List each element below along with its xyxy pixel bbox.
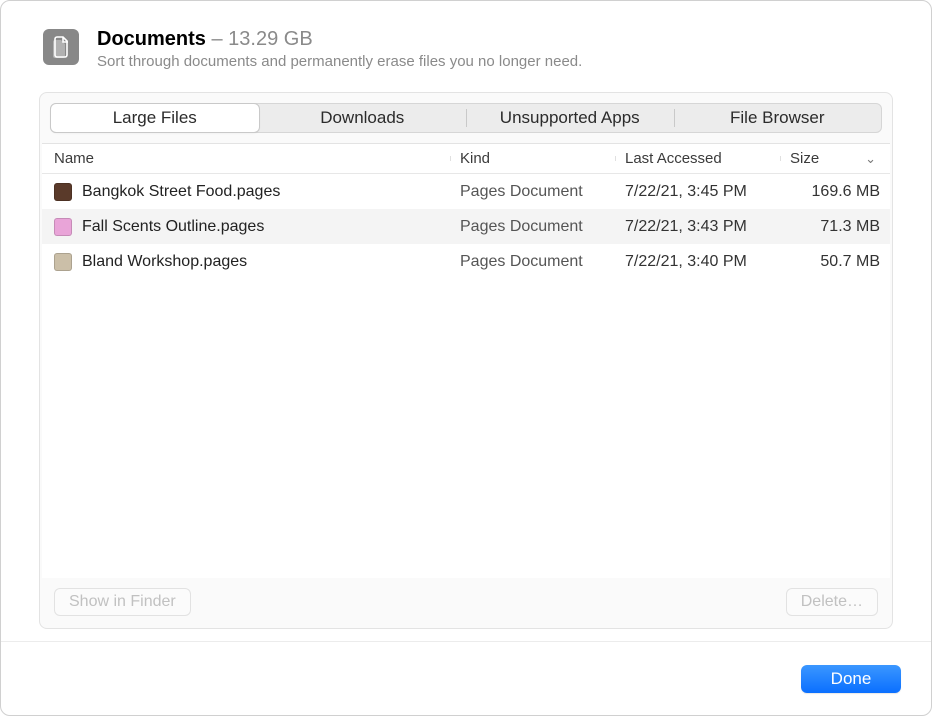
- column-label: Size: [790, 150, 819, 167]
- chevron-down-icon: ⌄: [865, 151, 880, 167]
- tab-label: File Browser: [730, 108, 824, 128]
- table-row[interactable]: Fall Scents Outline.pages Pages Document…: [42, 209, 890, 244]
- cell-name: Bland Workshop.pages: [42, 253, 450, 271]
- cell-kind: Pages Document: [450, 218, 615, 236]
- column-header-size[interactable]: Size ⌄: [780, 150, 890, 167]
- column-label: Name: [54, 150, 94, 167]
- footer: Done: [1, 641, 931, 715]
- file-icon: [54, 253, 72, 271]
- column-header-kind[interactable]: Kind: [450, 150, 615, 167]
- subtitle: Sort through documents and permanently e…: [97, 53, 901, 70]
- table-row[interactable]: Bangkok Street Food.pages Pages Document…: [42, 174, 890, 209]
- documents-storage-window: Documents – 13.29 GB Sort through docume…: [0, 0, 932, 716]
- file-name: Bland Workshop.pages: [82, 253, 247, 271]
- cell-size: 50.7 MB: [780, 253, 890, 271]
- page-title: Documents – 13.29 GB: [97, 27, 901, 51]
- file-name: Fall Scents Outline.pages: [82, 218, 264, 236]
- cell-last-accessed: 7/22/21, 3:43 PM: [615, 218, 780, 236]
- content-panel: Large Files Downloads Unsupported Apps F…: [39, 92, 893, 629]
- tab-file-browser[interactable]: File Browser: [674, 104, 882, 132]
- cell-last-accessed: 7/22/21, 3:40 PM: [615, 253, 780, 271]
- header: Documents – 13.29 GB Sort through docume…: [1, 1, 931, 82]
- file-table: Name Kind Last Accessed Size ⌄ Bangkok St…: [42, 143, 890, 578]
- cell-kind: Pages Document: [450, 183, 615, 201]
- table-row[interactable]: Bland Workshop.pages Pages Document 7/22…: [42, 244, 890, 279]
- column-label: Last Accessed: [625, 150, 722, 167]
- cell-name: Bangkok Street Food.pages: [42, 183, 450, 201]
- file-name: Bangkok Street Food.pages: [82, 183, 280, 201]
- show-in-finder-button[interactable]: Show in Finder: [54, 588, 191, 616]
- table-header: Name Kind Last Accessed Size ⌄: [42, 144, 890, 174]
- cell-kind: Pages Document: [450, 253, 615, 271]
- column-label: Kind: [460, 150, 490, 167]
- tab-label: Large Files: [113, 108, 197, 128]
- table-body: Bangkok Street Food.pages Pages Document…: [42, 174, 890, 578]
- tab-bar: Large Files Downloads Unsupported Apps F…: [50, 103, 882, 133]
- cell-name: Fall Scents Outline.pages: [42, 218, 450, 236]
- tab-large-files[interactable]: Large Files: [51, 104, 259, 132]
- tab-downloads[interactable]: Downloads: [259, 104, 467, 132]
- title-label: Documents: [97, 28, 206, 50]
- column-header-name[interactable]: Name: [42, 150, 450, 167]
- column-header-last-accessed[interactable]: Last Accessed: [615, 150, 780, 167]
- cell-size: 169.6 MB: [780, 183, 890, 201]
- file-icon: [54, 218, 72, 236]
- actions-bar: Show in Finder Delete…: [40, 578, 892, 628]
- header-text: Documents – 13.29 GB Sort through docume…: [97, 27, 901, 70]
- tab-unsupported-apps[interactable]: Unsupported Apps: [466, 104, 674, 132]
- delete-button[interactable]: Delete…: [786, 588, 878, 616]
- documents-icon: [43, 29, 79, 65]
- file-icon: [54, 183, 72, 201]
- tab-label: Unsupported Apps: [500, 108, 640, 128]
- done-button[interactable]: Done: [801, 665, 901, 693]
- cell-size: 71.3 MB: [780, 218, 890, 236]
- title-size: 13.29 GB: [228, 28, 313, 50]
- title-separator: –: [206, 28, 228, 50]
- tab-label: Downloads: [320, 108, 404, 128]
- cell-last-accessed: 7/22/21, 3:45 PM: [615, 183, 780, 201]
